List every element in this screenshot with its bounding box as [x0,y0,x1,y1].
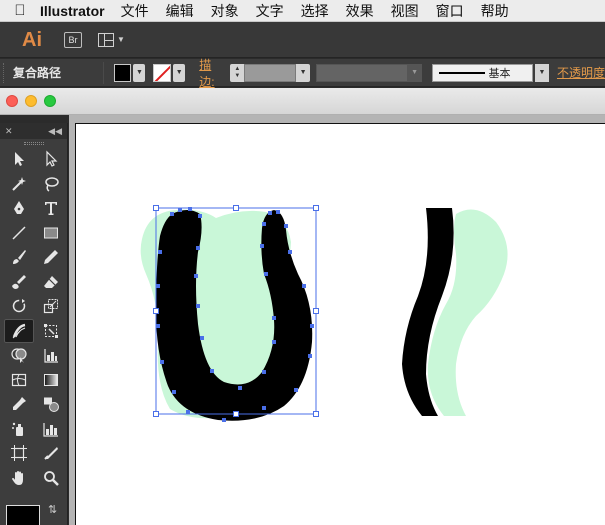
brush-definition-dropdown[interactable]: ▼ [535,63,549,82]
magic-wand-tool-icon[interactable] [4,172,34,197]
scale-tool-icon[interactable] [36,294,66,319]
brush-definition-field[interactable]: 基本 [431,63,534,82]
menu-view[interactable]: 视图 [391,1,419,21]
blob-brush-tool-icon[interactable] [4,270,34,295]
type-tool-icon[interactable] [36,196,66,221]
stroke-weight-dropdown[interactable]: ▼ [296,63,311,82]
illustrator-logo: Ai [22,28,42,51]
menu-object[interactable]: 对象 [211,1,239,21]
selection-tool-icon[interactable] [4,147,34,172]
collapse-panel-icon[interactable]: ◀◀ [48,126,62,137]
menu-edit[interactable]: 编辑 [166,1,194,21]
free-transform-tool-icon[interactable] [36,319,66,344]
menu-type[interactable]: 文字 [256,1,284,21]
width-tool-icon[interactable] [4,318,34,343]
go-to-bridge-button[interactable]: Br [64,31,82,48]
application-bar: Ai Br ▼ [0,22,605,58]
illustrator-window:  Illustrator 文件 编辑 对象 文字 选择 效果 视图 窗口 帮助… [0,0,605,525]
arrange-documents-icon [98,32,114,47]
tools-panel-header: ✕ ◀◀ [0,123,67,139]
rotate-tool-icon[interactable] [4,294,34,319]
app-menu-illustrator[interactable]: Illustrator [40,3,105,19]
fill-color-box[interactable] [6,505,40,525]
document-title-bar [0,88,605,115]
apple-logo-icon[interactable]:  [0,2,40,19]
divider [102,61,104,84]
perspective-grid-tool-icon[interactable] [36,343,66,368]
stroke-color-swatch[interactable] [153,63,172,82]
artwork[interactable] [76,124,605,525]
mesh-tool-icon[interactable] [4,368,34,393]
control-panel: 复合路径 ▼ ▼ 描边: ▲ ▼ ▼ ▼ 基本 ▼ 不透明度 [0,56,605,90]
zoom-tool-icon[interactable] [36,466,66,491]
brush-stroke-preview [438,71,485,74]
artboard-tool-icon[interactable] [4,441,34,466]
line-segment-tool-icon[interactable] [4,221,34,246]
tool-grid [0,147,67,490]
direct-selection-tool-icon[interactable] [36,147,66,172]
minimize-window-button[interactable] [25,95,37,107]
pencil-tool-icon[interactable] [36,245,66,270]
tools-panel: ✕ ◀◀ ⇅ [0,123,68,525]
variable-width-profile-field[interactable] [316,63,408,82]
column-graph-tool-icon[interactable] [36,417,66,442]
eyedropper-tool-icon[interactable] [4,392,34,417]
stroke-weight-input[interactable] [244,63,297,82]
tools-panel-grip[interactable] [0,139,67,147]
opacity-label[interactable]: 不透明度 [557,64,605,81]
fill-color-swatch[interactable] [113,63,132,82]
chevron-down-icon: ▼ [117,35,125,44]
menu-file[interactable]: 文件 [121,1,149,21]
fill-dropdown-button[interactable]: ▼ [133,63,146,82]
pen-tool-icon[interactable] [4,196,34,221]
lasso-tool-icon[interactable] [36,172,66,197]
paintbrush-tool-icon[interactable] [4,245,34,270]
zoom-window-button[interactable] [44,95,56,107]
menu-help[interactable]: 帮助 [481,1,509,21]
eraser-tool-icon[interactable] [36,270,66,295]
slice-tool-icon[interactable] [36,441,66,466]
canvas-area[interactable] [69,115,605,525]
swap-fill-stroke-icon[interactable]: ⇅ [48,503,57,516]
menu-select[interactable]: 选择 [301,1,329,21]
gradient-tool-icon[interactable] [36,368,66,393]
close-window-button[interactable] [6,95,18,107]
selection-type-label: 复合路径 [12,66,61,80]
variable-width-profile-dropdown[interactable]: ▼ [407,63,422,82]
symbol-sprayer-tool-icon[interactable] [4,417,34,442]
shape-builder-tool-icon[interactable] [4,343,34,368]
artboard[interactable] [75,123,605,525]
stroke-dropdown-button[interactable]: ▼ [173,63,186,82]
menu-window[interactable]: 窗口 [436,1,464,21]
menu-bar:  Illustrator 文件 编辑 对象 文字 选择 效果 视图 窗口 帮助 [0,0,605,22]
brush-definition-label: 基本 [488,67,511,80]
arrange-documents-button[interactable]: ▼ [98,32,125,47]
menu-effect[interactable]: 效果 [346,1,374,21]
stroke-weight-label[interactable]: 描边: [199,56,226,90]
fill-stroke-controls: ⇅ [4,503,64,525]
stroke-weight-stepper[interactable]: ▲ ▼ [230,63,245,82]
close-panel-icon[interactable]: ✕ [5,126,13,137]
rectangle-tool-icon[interactable] [36,221,66,246]
hand-tool-icon[interactable] [4,466,34,491]
panel-grip[interactable] [3,62,9,83]
blend-tool-icon[interactable] [36,392,66,417]
